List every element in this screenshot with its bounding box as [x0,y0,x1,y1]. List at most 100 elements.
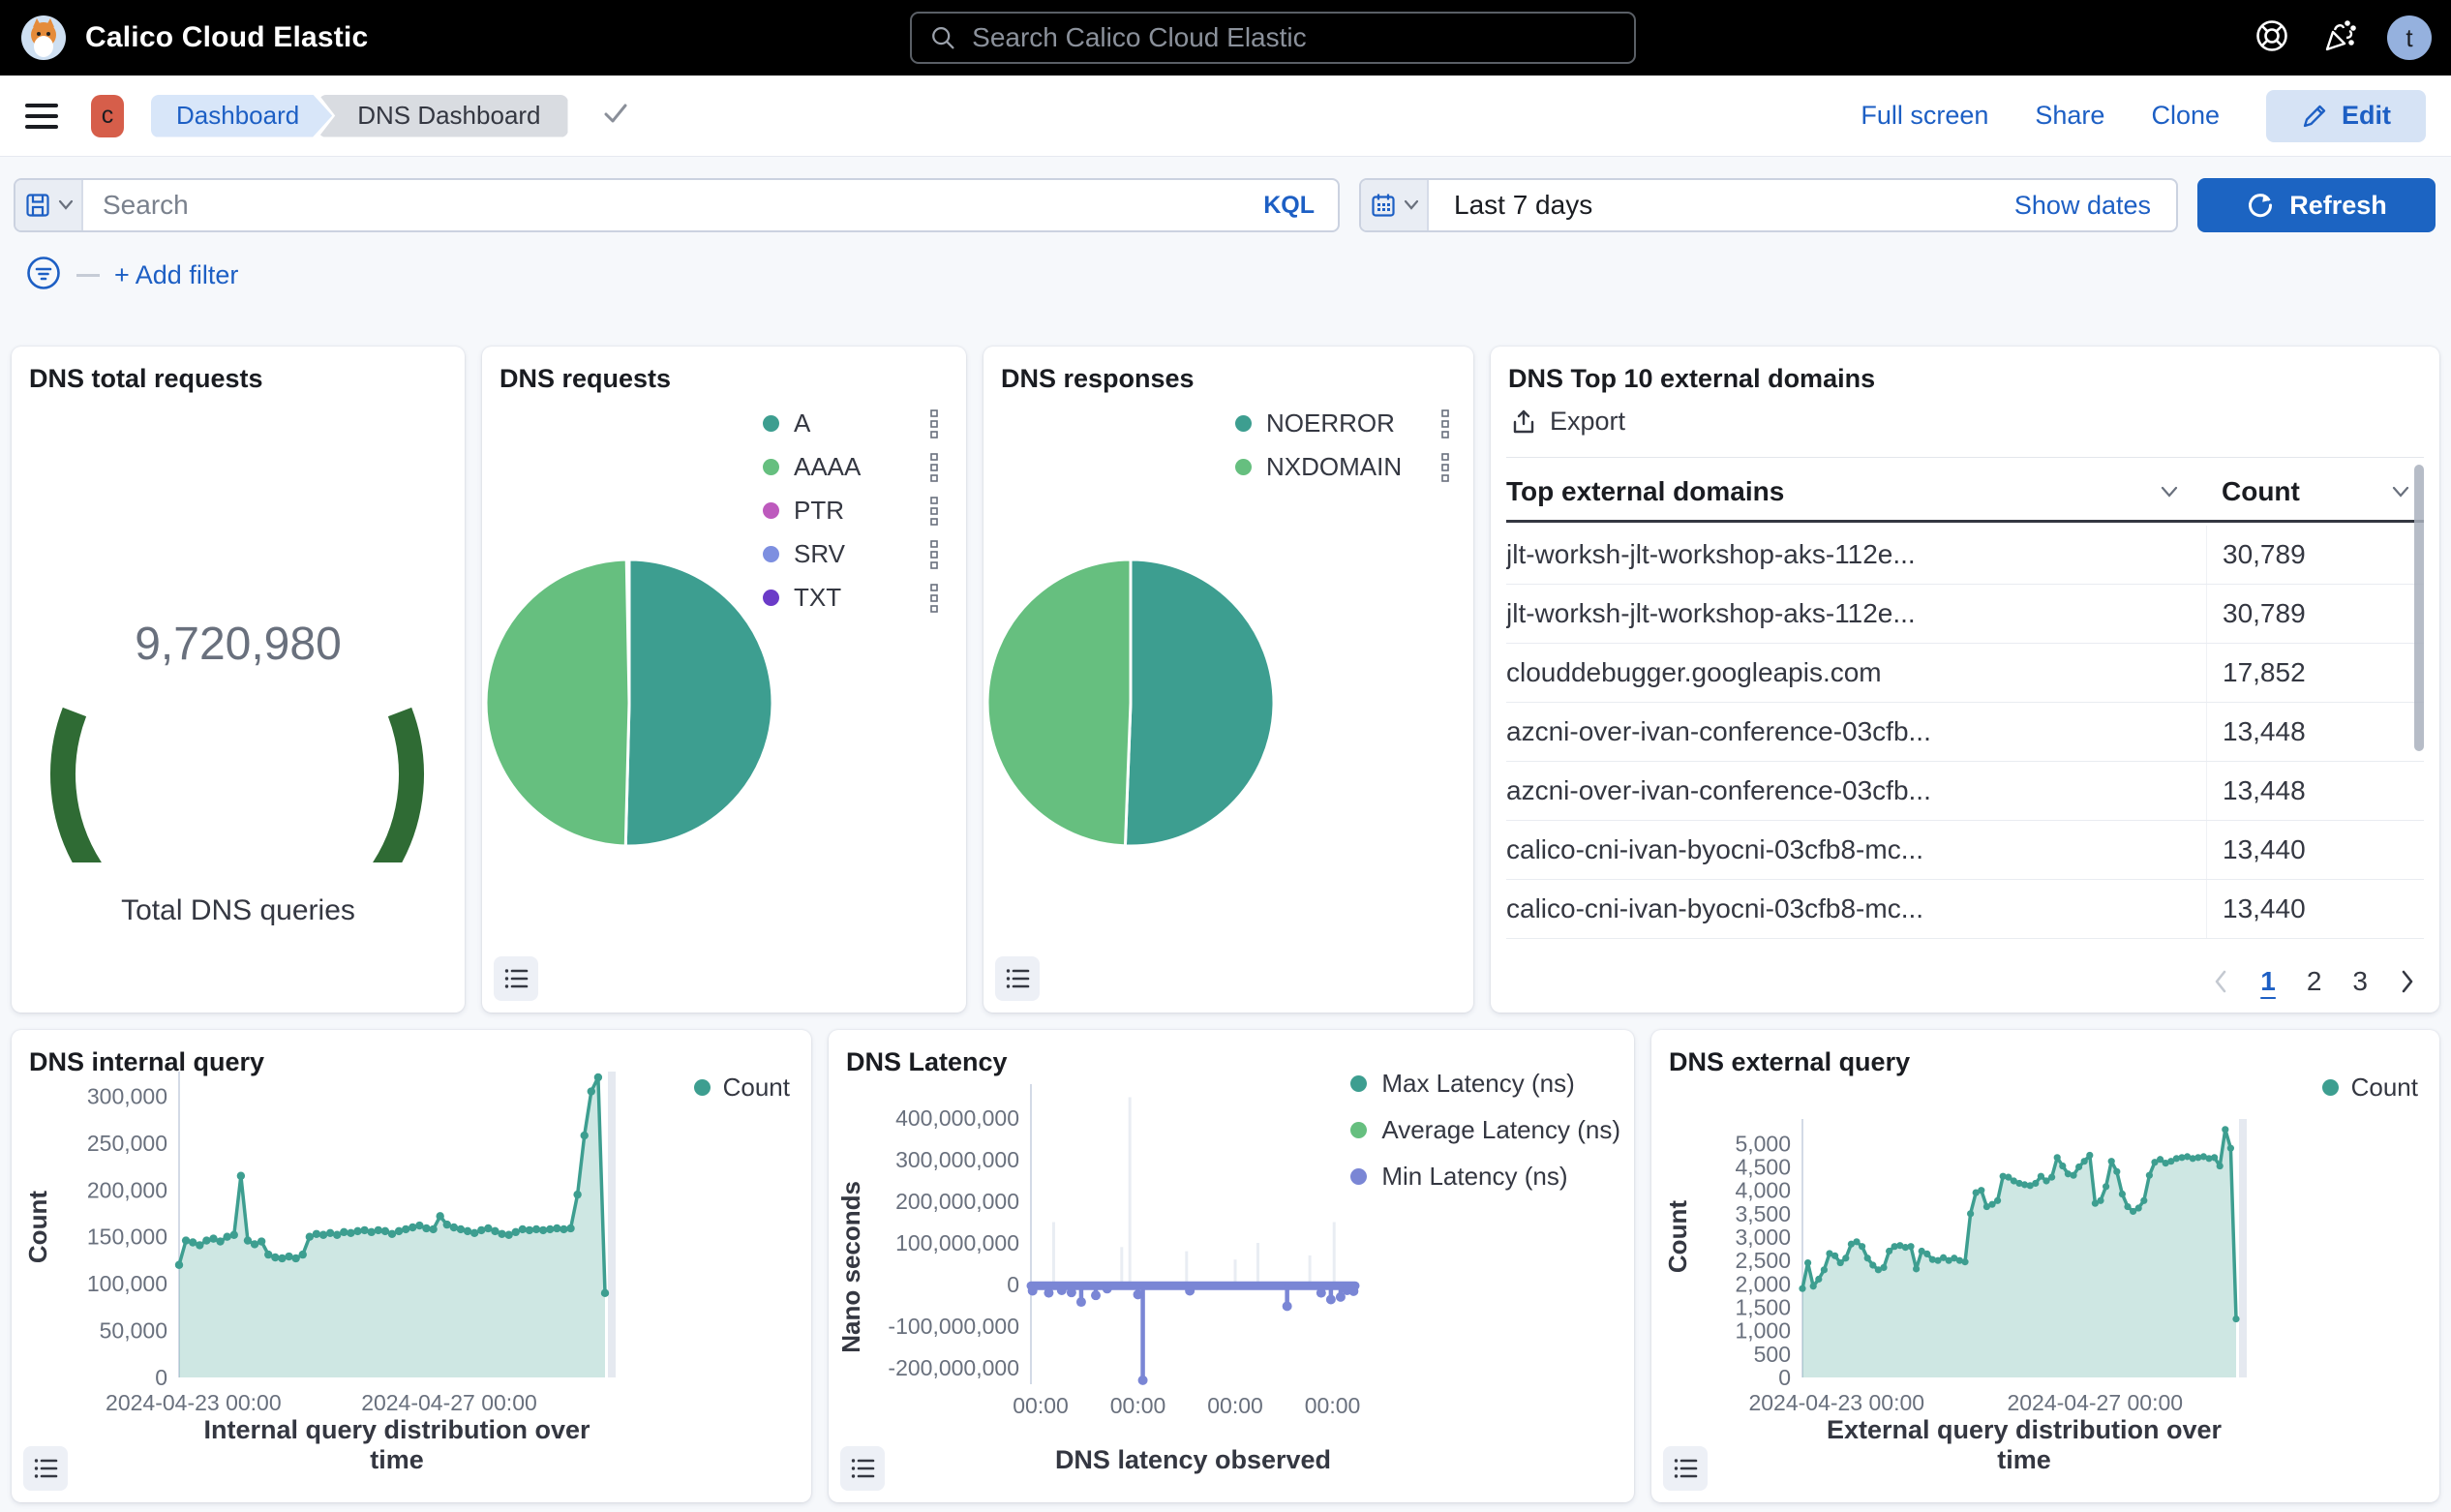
column-header-count[interactable]: Count [2206,476,2424,507]
legend-actions-icon[interactable] [1440,453,1450,482]
sort-chevron-icon [2391,485,2410,499]
search-input[interactable] [103,190,1221,221]
domain-cell: azcni-over-ivan-conference-03cfb... [1506,716,2206,747]
table-row[interactable]: calico-cni-ivan-byocni-03cfb8-mc...13,44… [1506,880,2424,939]
panel-legend-toggle[interactable] [840,1446,885,1491]
legend-actions-icon[interactable] [929,497,939,526]
table-row[interactable]: clouddebugger.googleapis.com17,852 [1506,644,2424,703]
legend: A AAAA PTR SRV TXT [763,408,939,613]
full-screen-button[interactable]: Full screen [1861,101,1988,131]
add-filter-button[interactable]: + Add filter [114,260,238,290]
export-label: Export [1550,407,1625,437]
table-body: jlt-worksh-jlt-workshop-aks-112e...30,78… [1506,526,2424,939]
panel-legend-toggle[interactable] [995,956,1040,1001]
previous-page-icon[interactable] [2212,969,2229,994]
legend-actions-icon[interactable] [929,540,939,569]
legend-item[interactable]: SRV [763,539,939,569]
panel-title: DNS requests [499,364,671,394]
y-axis-title: Count [23,1191,53,1263]
list-icon [1005,966,1030,991]
svg-text:100,000,000: 100,000,000 [895,1230,1019,1255]
saved-query-menu[interactable] [15,180,83,230]
page-2[interactable]: 2 [2307,966,2322,997]
kql-language-button[interactable]: KQL [1240,180,1338,230]
column-header-domains[interactable]: Top external domains [1506,476,2206,507]
legend-actions-icon[interactable] [1440,409,1450,438]
page-1[interactable]: 1 [2260,966,2276,997]
calico-logo[interactable] [19,14,68,62]
x-axis-title: External query distribution over time [1802,1415,2246,1475]
table-row[interactable]: jlt-worksh-jlt-workshop-aks-112e...30,78… [1506,585,2424,644]
panel-legend-toggle[interactable] [494,956,538,1001]
svg-text:0: 0 [155,1365,167,1390]
svg-text:200,000,000: 200,000,000 [895,1189,1019,1214]
panel-dns-top-external-domains[interactable]: DNS Top 10 external domains Export Top e… [1491,347,2439,1013]
global-search-input[interactable] [972,22,1617,53]
share-button[interactable]: Share [2035,101,2104,131]
space-badge[interactable]: c [91,95,124,137]
legend-item[interactable]: Min Latency (ns) [1350,1162,1620,1192]
count-cell: 13,448 [2206,703,2424,761]
legend-actions-icon[interactable] [929,453,939,482]
chevron-down-icon [58,199,74,211]
next-page-icon[interactable] [2399,969,2416,994]
legend-item[interactable]: TXT [763,583,939,613]
edit-button-label: Edit [2342,101,2391,131]
table-row[interactable]: jlt-worksh-jlt-workshop-aks-112e...30,78… [1506,526,2424,585]
legend-item[interactable]: AAAA [763,452,939,482]
legend-actions-icon[interactable] [929,409,939,438]
show-dates-button[interactable]: Show dates [1989,180,2176,230]
panel-dns-responses[interactable]: DNS responses NOERROR NXDOMAIN [983,347,1473,1013]
domain-cell: calico-cni-ivan-byocni-03cfb8-mc... [1506,834,2206,865]
legend-item[interactable]: A [763,408,939,438]
export-button[interactable]: Export [1510,407,1625,437]
clone-button[interactable]: Clone [2151,101,2220,131]
x-axis-title: Internal query distribution over time [179,1415,615,1475]
panel-legend-toggle[interactable] [23,1446,68,1491]
panel-dns-latency[interactable]: DNS Latency 400,000,000300,000,000200,00… [829,1030,1634,1502]
panel-dns-requests[interactable]: DNS requests A AAAA PTR SRV TXT [482,347,966,1013]
legend-item[interactable]: NXDOMAIN [1235,452,1450,482]
table-row[interactable]: azcni-over-ivan-conference-03cfb...13,44… [1506,762,2424,821]
export-icon [1510,408,1537,436]
user-avatar[interactable]: t [2387,15,2432,60]
menu-icon[interactable] [25,104,58,129]
filter-row: + Add filter [25,256,2451,294]
date-picker-menu[interactable] [1361,180,1429,230]
divider [1506,457,2424,458]
saved-check-icon[interactable] [601,99,630,133]
global-search[interactable] [910,12,1636,64]
breadcrumb-dashboard[interactable]: Dashboard [151,95,332,137]
domain-cell: azcni-over-ivan-conference-03cfb... [1506,775,2206,806]
whats-new-icon[interactable] [2319,16,2358,60]
legend-item[interactable]: NOERROR [1235,408,1450,438]
filter-icon[interactable] [25,255,62,296]
panel-dns-external-query[interactable]: DNS external query 05001,0001,5002,0002,… [1651,1030,2439,1502]
help-icon[interactable] [2254,17,2290,59]
time-range-value[interactable]: Last 7 days [1429,180,1989,230]
legend-item[interactable]: Count [694,1073,790,1103]
panel-title: DNS total requests [29,364,263,394]
legend-item[interactable]: Max Latency (ns) [1350,1069,1620,1099]
legend-label: PTR [794,496,915,526]
panel-legend-toggle[interactable] [1663,1446,1708,1491]
panel-dns-internal-query[interactable]: DNS internal query 050,000100,000150,000… [12,1030,811,1502]
svg-text:2024-04-23 00:00: 2024-04-23 00:00 [1748,1390,1924,1415]
table-row[interactable]: azcni-over-ivan-conference-03cfb...13,44… [1506,703,2424,762]
table-scrollbar[interactable] [2414,465,2424,751]
legend-item[interactable]: Count [2322,1073,2418,1103]
domain-cell: clouddebugger.googleapis.com [1506,657,2206,688]
list-icon [33,1456,58,1481]
page-3[interactable]: 3 [2352,966,2368,997]
svg-text:0: 0 [1007,1272,1019,1297]
table-row[interactable]: calico-cni-ivan-byocni-03cfb8-mc...13,44… [1506,821,2424,880]
breadcrumb-dns-dashboard[interactable]: DNS Dashboard [318,95,567,137]
legend-item[interactable]: PTR [763,496,939,526]
svg-text:100,000: 100,000 [87,1271,167,1296]
edit-button[interactable]: Edit [2266,90,2426,142]
x-axis-title: DNS latency observed [1031,1445,1355,1475]
panel-dns-total-requests[interactable]: DNS total requests 9,720,980 Total DNS q… [12,347,465,1013]
legend-actions-icon[interactable] [929,584,939,613]
refresh-button[interactable]: Refresh [2197,178,2436,232]
legend-item[interactable]: Average Latency (ns) [1350,1115,1620,1145]
